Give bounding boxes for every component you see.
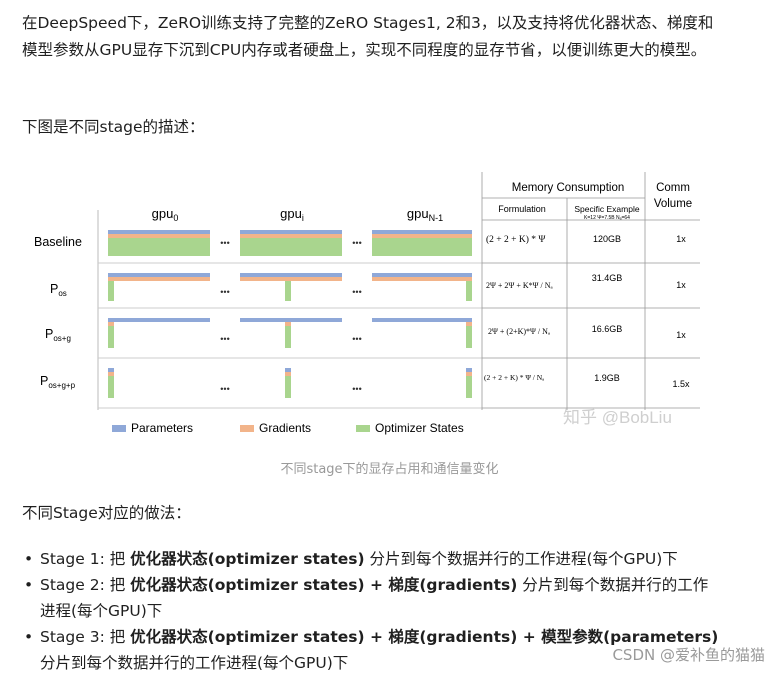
- csdn-watermark: CSDN @爱补鱼的猫猫: [612, 646, 765, 664]
- row-label-posg: Pos+g: [45, 327, 71, 343]
- ellipsis: •••: [220, 287, 229, 297]
- intro-paragraph: 在DeepSpeed下，ZeRO训练支持了完整的ZeRO Stages1, 2和…: [22, 14, 714, 59]
- ellipsis: •••: [220, 238, 229, 248]
- memory-pos: 31.4GB: [592, 273, 623, 283]
- posg-gpun1-bar: [372, 318, 472, 348]
- ellipsis: •••: [352, 334, 361, 344]
- ellipsis: •••: [352, 287, 361, 297]
- ellipsis: •••: [352, 238, 361, 248]
- memory-posg: 16.6GB: [592, 324, 623, 334]
- posg-gpui-bar: [240, 318, 342, 348]
- table-header-specific-sub: K=12 Ψ=7.5B Nₐ=64: [584, 215, 630, 221]
- gpu-header-i: gpui: [280, 206, 304, 223]
- comm-posgp: 1.5x: [672, 379, 690, 389]
- comm-posg: 1x: [676, 330, 686, 340]
- table-header-comm: Comm: [656, 182, 690, 194]
- table-header-memory: Memory Consumption: [512, 182, 624, 194]
- figure-intro: 下图是不同stage的描述：: [22, 118, 205, 136]
- posg-gpu0-bar: [108, 318, 210, 348]
- legend-optimizer-states: Optimizer States: [375, 421, 464, 435]
- zhihu-watermark: 知乎 @BobLiu: [563, 408, 672, 427]
- row-label-posgp: Pos+g+p: [40, 374, 76, 390]
- list-item: Stage 1: 把 优化器状态(optimizer states) 分片到每个…: [22, 546, 722, 572]
- row-label-baseline: Baseline: [34, 235, 82, 249]
- gpu-header-n1: gpuN-1: [407, 206, 443, 223]
- formula-pos: 2Ψ + 2Ψ + K*Ψ / Nₐ: [486, 281, 554, 290]
- comm-baseline: 1x: [676, 234, 686, 244]
- table-header-volume: Volume: [654, 198, 692, 210]
- ellipsis: •••: [352, 384, 361, 394]
- posgp-gpun1-bar: [466, 368, 472, 398]
- memory-posgp: 1.9GB: [594, 373, 620, 383]
- formula-posg: 2Ψ + (2+K)*Ψ / Nₐ: [488, 327, 551, 336]
- ellipsis: •••: [220, 384, 229, 394]
- posgp-gpu0-bar: [108, 368, 114, 398]
- baseline-gpui-bar: [240, 230, 342, 256]
- figure-legend: Parameters Gradients Optimizer States: [112, 421, 464, 435]
- ellipsis: •••: [220, 334, 229, 344]
- formula-posgp: (2 + 2 + K) * Ψ / Nₐ: [484, 373, 544, 382]
- pos-gpu0-bar: [108, 273, 210, 301]
- gpu-header-0: gpu0: [152, 206, 179, 223]
- figure-caption: 不同stage下的显存占用和通信量变化: [280, 462, 499, 477]
- table-header-formulation: Formulation: [498, 204, 546, 214]
- stage-intro: 不同Stage对应的做法：: [22, 504, 191, 522]
- legend-gradients: Gradients: [259, 421, 311, 435]
- list-item: Stage 2: 把 优化器状态(optimizer states) + 梯度(…: [22, 572, 722, 624]
- pos-gpui-bar: [240, 273, 342, 301]
- posgp-gpui-bar: [285, 368, 291, 398]
- memory-baseline: 120GB: [593, 234, 621, 244]
- pos-gpun1-bar: [372, 273, 472, 301]
- baseline-gpu0-bar: [108, 230, 210, 256]
- row-label-pos: Pos: [50, 282, 67, 298]
- legend-parameters: Parameters: [131, 421, 193, 435]
- baseline-gpun1-bar: [372, 230, 472, 256]
- comm-pos: 1x: [676, 280, 686, 290]
- formula-baseline: (2 + 2 + K) * Ψ: [486, 234, 545, 245]
- table-header-specific: Specific Example: [574, 204, 639, 214]
- zero-stages-figure: gpu0 gpui gpuN-1 Baseline Pos Pos+g Pos+…: [34, 172, 700, 435]
